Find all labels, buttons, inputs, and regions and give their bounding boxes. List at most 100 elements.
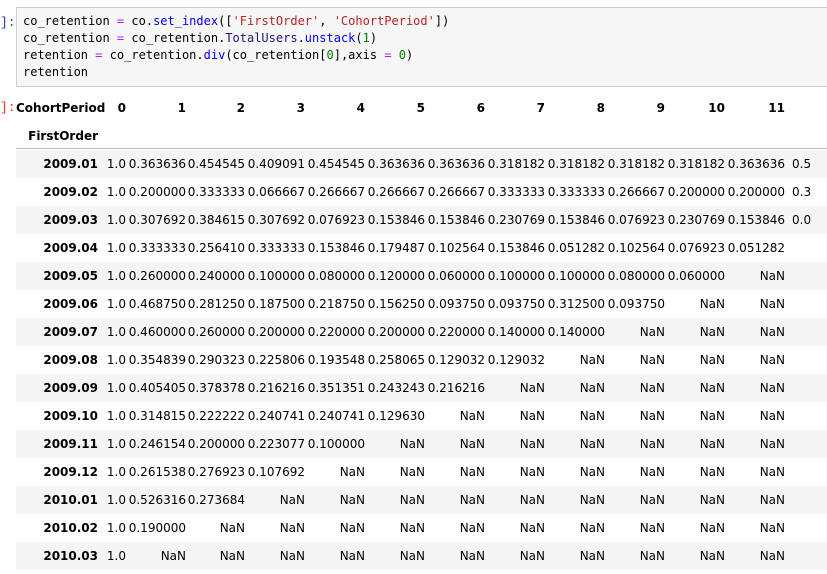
table-cell: 0.240741 xyxy=(247,409,305,423)
code-line: co_retention = co_retention.TotalUsers.u… xyxy=(23,31,377,45)
table-cell: NaN xyxy=(759,353,785,367)
table-cell: 0.318182 xyxy=(487,157,545,171)
table-cell: NaN xyxy=(759,269,785,283)
table-cell: 0.225806 xyxy=(247,353,305,367)
table-cell: 0.179487 xyxy=(367,241,425,255)
table-cell: NaN xyxy=(459,493,485,507)
code-token: 'FirstOrder' xyxy=(232,14,320,28)
columns-name-header: CohortPeriod xyxy=(16,101,106,115)
table-cell: NaN xyxy=(519,493,545,507)
table-cell: 0.266667 xyxy=(607,185,665,199)
table-cell: 0.354839 xyxy=(128,353,186,367)
table-cell: NaN xyxy=(699,493,725,507)
table-cell: 1.0 xyxy=(106,549,126,563)
table-cell: NaN xyxy=(519,409,545,423)
table-cell: 0.276923 xyxy=(187,465,245,479)
table-cell: 0.140000 xyxy=(547,325,605,339)
table-cell: 0.333333 xyxy=(128,241,186,255)
table-cell: 0.243243 xyxy=(367,381,425,395)
column-header: 7 xyxy=(536,101,545,115)
table-cell: 0.307692 xyxy=(128,213,186,227)
row-index: 2009.12 xyxy=(43,465,98,479)
table-cell: NaN xyxy=(459,549,485,563)
row-index: 2010.02 xyxy=(43,521,98,535)
table-cell: 0.240741 xyxy=(307,409,365,423)
table-cell: 0.220000 xyxy=(307,325,365,339)
row-index: 2009.05 xyxy=(43,269,98,283)
column-header: 1 xyxy=(177,101,186,115)
row-index: 2009.03 xyxy=(43,213,98,227)
row-index: 2009.06 xyxy=(43,297,98,311)
table-cell: 0.351351 xyxy=(307,381,365,395)
table-cell: 0.190000 xyxy=(128,521,186,535)
table-cell: 1.0 xyxy=(106,493,126,507)
row-index: 2009.11 xyxy=(43,437,98,451)
code-token: ]) xyxy=(434,14,450,28)
code-token: div xyxy=(203,48,226,62)
table-cell: 0.076923 xyxy=(607,213,665,227)
table-cell: 0.100000 xyxy=(547,269,605,283)
table-cell: 0.409091 xyxy=(247,157,305,171)
table-cell: 0.405405 xyxy=(128,381,186,395)
table-cell: NaN xyxy=(759,437,785,451)
table-cell: 0.153846 xyxy=(427,213,485,227)
table-cell: NaN xyxy=(339,465,365,479)
table-cell: 0.526316 xyxy=(128,493,186,507)
table-cell: 0.129032 xyxy=(427,353,485,367)
table-cell: 0.060000 xyxy=(667,269,725,283)
table-cell: NaN xyxy=(699,381,725,395)
row-index: 2009.02 xyxy=(43,185,98,199)
table-cell: NaN xyxy=(699,297,725,311)
table-cell: 0.363636 xyxy=(427,157,485,171)
code-token: ],axis xyxy=(333,48,385,62)
table-cell: NaN xyxy=(699,437,725,451)
table-cell: 0.290323 xyxy=(187,353,245,367)
table-cell: NaN xyxy=(699,325,725,339)
table-cell: 0.102564 xyxy=(427,241,485,255)
table-cell: 0.5 xyxy=(792,157,812,171)
code-line: retention = co_retention.div(co_retentio… xyxy=(23,48,413,62)
code-cell[interactable]: co_retention = co.set_index(['FirstOrder… xyxy=(16,7,827,87)
table-cell: NaN xyxy=(639,409,665,423)
code-token: co_retention xyxy=(23,31,117,45)
table-cell: 1.0 xyxy=(106,437,126,451)
table-cell: NaN xyxy=(279,549,305,563)
table-cell: NaN xyxy=(459,437,485,451)
table-cell: 0.0 xyxy=(792,213,812,227)
table-cell: 0.100000 xyxy=(247,269,305,283)
table-cell: NaN xyxy=(579,521,605,535)
table-cell: NaN xyxy=(639,353,665,367)
table-cell: NaN xyxy=(160,549,186,563)
table-cell: 0.051282 xyxy=(547,241,605,255)
table-cell: 0.200000 xyxy=(187,437,245,451)
table-cell: NaN xyxy=(519,521,545,535)
code-token: = xyxy=(384,48,392,62)
table-cell: 0.378378 xyxy=(187,381,245,395)
output-area: CohortPeriod FirstOrder 0 1 2 3 4 5 6 7 8 9 10 11 20… xyxy=(16,93,827,574)
output-prompt: ]: xyxy=(0,100,16,115)
table-cell: NaN xyxy=(399,549,425,563)
table-cell: NaN xyxy=(759,549,785,563)
code-token: set_index xyxy=(153,14,219,28)
table-cell: 0.120000 xyxy=(367,269,425,283)
table-cell: NaN xyxy=(279,521,305,535)
table-cell: 1.0 xyxy=(106,185,126,199)
table-cell: 0.193548 xyxy=(307,353,365,367)
table-cell: 1.0 xyxy=(106,465,126,479)
table-cell: 0.363636 xyxy=(128,157,186,171)
table-cell: 0.260000 xyxy=(187,325,245,339)
row-index: 2009.10 xyxy=(43,409,98,423)
table-cell: 1.0 xyxy=(106,213,126,227)
table-cell: 0.100000 xyxy=(307,437,365,451)
table-cell: NaN xyxy=(759,381,785,395)
header-separator xyxy=(16,148,827,149)
code-token: unstack xyxy=(304,31,356,45)
column-header: 0 xyxy=(117,101,126,115)
table-cell: NaN xyxy=(399,493,425,507)
table-cell: NaN xyxy=(639,465,665,479)
table-cell: 1.0 xyxy=(106,353,126,367)
table-cell: NaN xyxy=(699,353,725,367)
table-cell: NaN xyxy=(759,325,785,339)
table-cell: 0.107692 xyxy=(247,465,305,479)
column-header: 9 xyxy=(656,101,665,115)
